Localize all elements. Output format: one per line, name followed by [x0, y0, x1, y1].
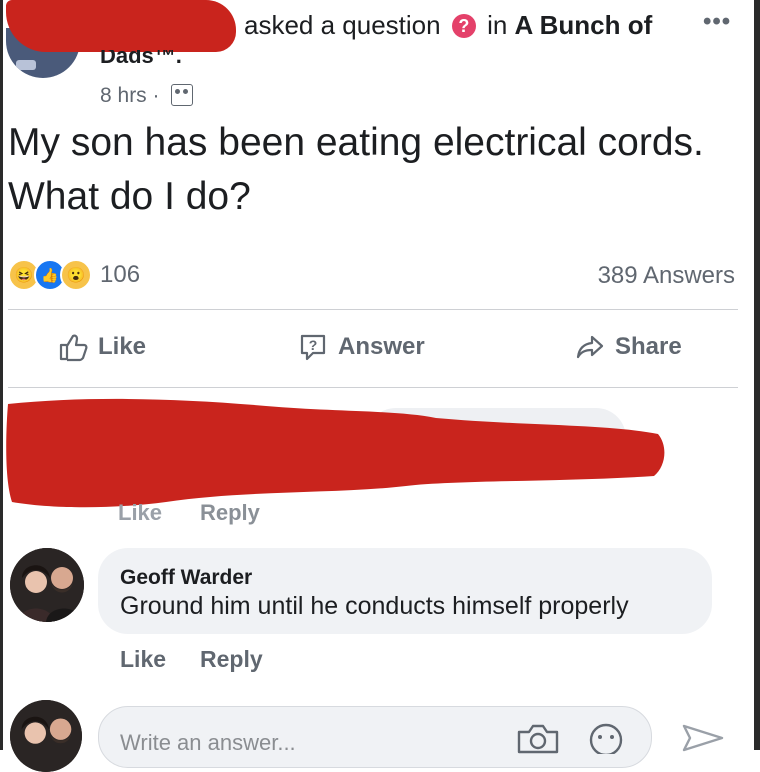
group-name-link-tail[interactable]: Dads™.: [100, 50, 182, 70]
comment-reply-button[interactable]: Reply: [200, 646, 263, 673]
answer-button[interactable]: ? Answer: [298, 332, 425, 362]
thumbs-up-icon: [59, 334, 88, 362]
post-text: My son has been eating electrical cords.…: [8, 121, 704, 218]
comment-author[interactable]: Geoff Warder: [120, 566, 252, 590]
reaction-count: 106: [100, 261, 141, 288]
divider: [8, 309, 738, 310]
share-arrow-icon: [576, 335, 604, 359]
post-timestamp[interactable]: 8 hrs: [100, 84, 147, 107]
post-meta: 8 hrs ·: [100, 84, 194, 108]
screenshot-border-right: [754, 0, 760, 750]
wow-reaction-icon: 😮: [60, 259, 92, 291]
comment-like-button[interactable]: Like: [120, 646, 166, 673]
answer-input-placeholder: Write an answer...: [120, 730, 296, 755]
redacted-poster-name: [6, 0, 236, 52]
question-icon: ?: [451, 14, 476, 38]
post-header-line: asked a question ? in A Bunch of: [244, 10, 652, 41]
current-user-photo: [10, 700, 82, 772]
answers-count-link[interactable]: 389 Answers: [598, 262, 735, 290]
answer-button-label: Answer: [338, 333, 425, 360]
divider: [8, 387, 738, 388]
screenshot-border-left: [0, 0, 3, 750]
camera-icon[interactable]: [515, 722, 561, 754]
commenter-photo: [10, 548, 84, 622]
reaction-summary[interactable]: 😆 👍 😮 106: [8, 259, 141, 291]
emoji-icon[interactable]: [586, 720, 626, 754]
in-label: in: [487, 10, 508, 40]
redacted-comment: [6, 398, 665, 508]
question-bubble-icon: ?: [300, 334, 326, 361]
more-options-icon[interactable]: •••: [703, 8, 731, 36]
meta-separator: ·: [152, 84, 160, 107]
action-bar: Like ? Answer Share: [0, 332, 760, 372]
group-name-link[interactable]: A Bunch of: [515, 10, 653, 40]
share-button[interactable]: Share: [575, 332, 682, 362]
group-audience-icon: [171, 84, 194, 106]
redacted-comment-reply[interactable]: Reply: [200, 500, 260, 526]
send-icon[interactable]: [678, 720, 728, 752]
comment-text: Ground him until he conducts himself pro…: [120, 592, 629, 620]
comment-bubble: [98, 548, 712, 634]
asked-question-label: asked a question: [244, 10, 441, 40]
share-button-label: Share: [615, 333, 682, 360]
commenter-avatar[interactable]: [10, 548, 84, 622]
redacted-comment-like[interactable]: Like: [118, 500, 162, 526]
svg-text:?: ?: [309, 337, 318, 353]
like-button-label: Like: [98, 333, 147, 360]
like-button[interactable]: Like: [58, 332, 146, 362]
current-user-avatar: [10, 700, 82, 772]
